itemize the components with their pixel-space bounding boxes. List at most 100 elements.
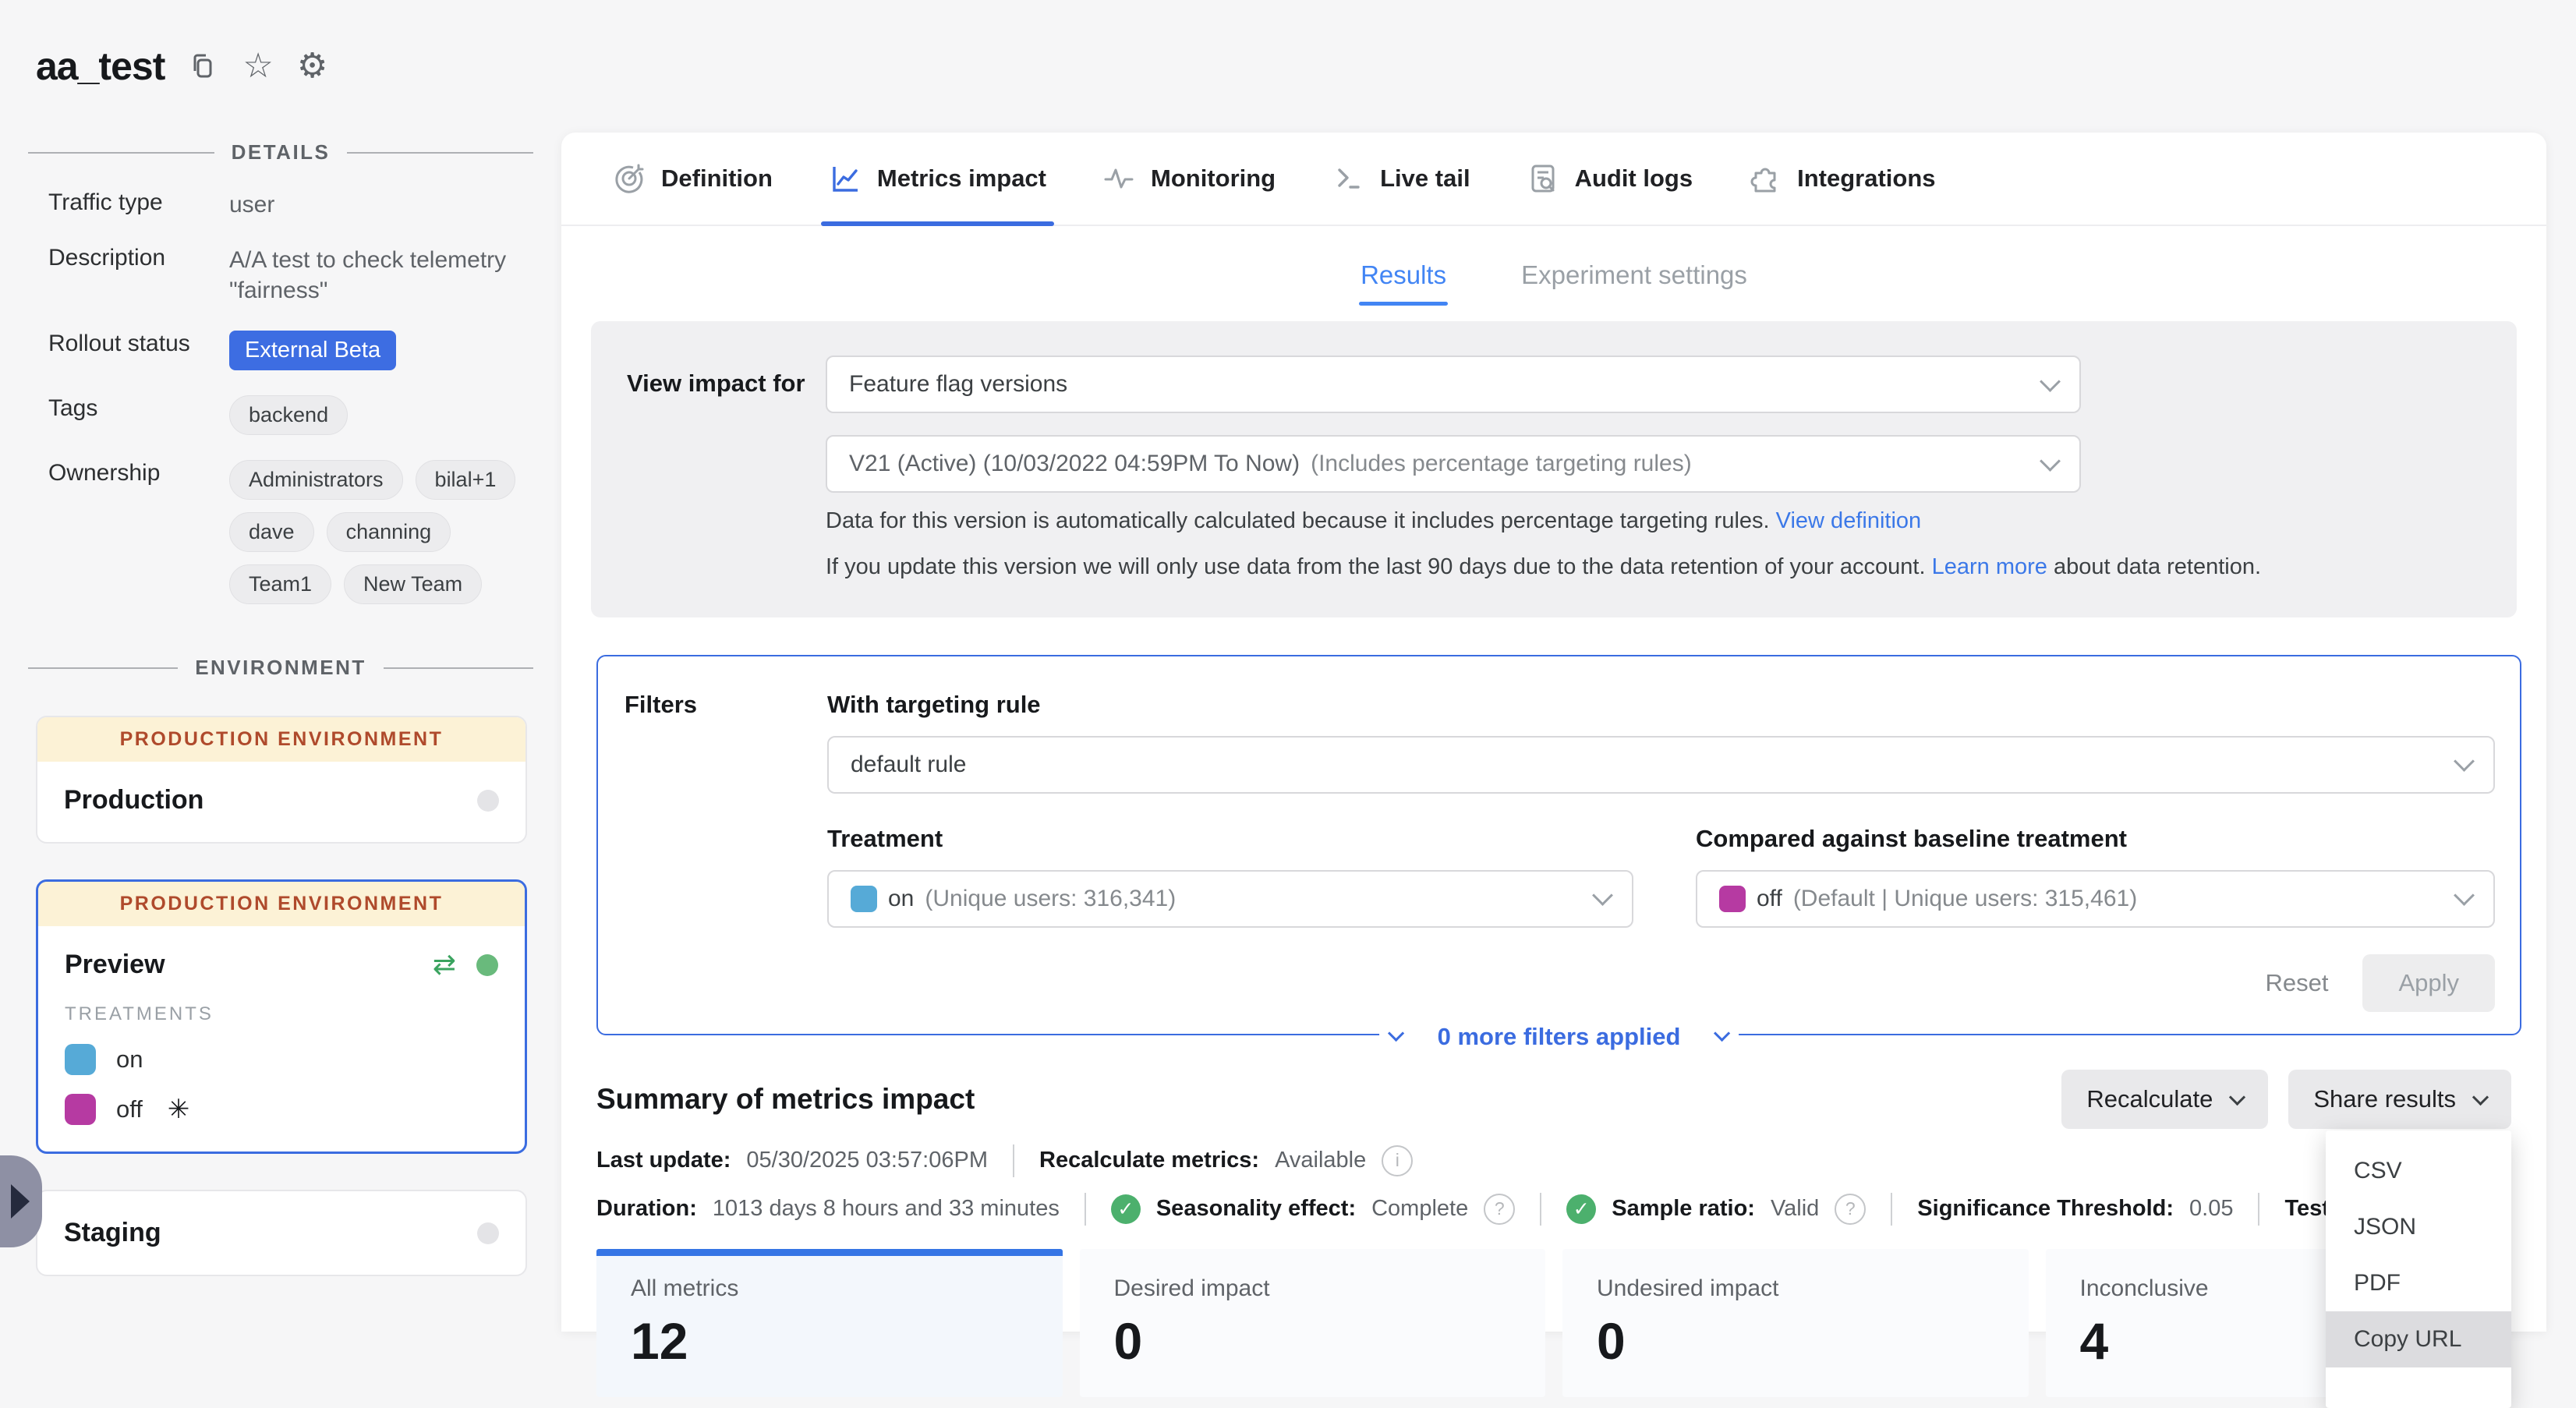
star-icon[interactable]: ☆ <box>242 49 273 83</box>
tab-live-tail[interactable]: Live tail <box>1332 133 1470 225</box>
metric-summary-cards: All metrics 12 Desired impact 0 Undesire… <box>596 1249 2511 1397</box>
environment-name: Staging <box>64 1218 161 1248</box>
swap-arrows-icon: ⇄ <box>433 951 456 979</box>
treatment-dropdown[interactable]: on (Unique users: 316,341) <box>827 870 1633 928</box>
gear-icon[interactable]: ⚙ <box>297 49 327 83</box>
share-results-menu: CSV JSON PDF Copy URL <box>2326 1130 2511 1408</box>
ownership-row: Ownership Administrators bilal+1 dave ch… <box>48 460 561 604</box>
tags-row: Tags backend <box>48 395 561 435</box>
check-icon: ✓ <box>1111 1194 1141 1224</box>
rollout-status-row: Rollout status External Beta <box>48 331 561 370</box>
treatment-off-swatch <box>65 1094 96 1125</box>
owner-chip: New Team <box>344 564 482 604</box>
summary-title: Summary of metrics impact <box>596 1083 975 1116</box>
results-subtab-bar: Results Experiment settings <box>561 260 2546 290</box>
divider <box>1085 1193 1086 1226</box>
divider <box>1540 1193 1541 1226</box>
view-definition-link[interactable]: View definition <box>1776 508 1921 533</box>
tab-metrics-impact[interactable]: Metrics impact <box>829 133 1046 225</box>
tab-definition[interactable]: Definition <box>613 133 773 225</box>
main-panel: Definition Metrics impact Monitoring Liv… <box>561 133 2546 1332</box>
description-row: Description A/A test to check telemetry … <box>48 245 561 306</box>
version-dropdown[interactable]: V21 (Active) (10/03/2022 04:59PM To Now)… <box>826 435 2081 493</box>
share-results-button[interactable]: Share results CSV JSON PDF Copy URL <box>2288 1070 2511 1129</box>
impact-type-dropdown[interactable]: Feature flag versions <box>826 356 2081 413</box>
tag-chip: backend <box>229 395 348 435</box>
chevron-down-icon <box>2229 1089 2245 1106</box>
view-impact-label: View impact for <box>627 356 826 493</box>
chevron-down-icon <box>2454 751 2475 772</box>
environment-name: Preview <box>65 950 165 980</box>
tab-audit-logs[interactable]: Audit logs <box>1527 133 1693 225</box>
menu-item-copy-url[interactable]: Copy URL <box>2326 1311 2511 1367</box>
details-section-divider: DETAILS <box>28 140 533 165</box>
learn-more-link[interactable]: Learn more <box>1932 554 2047 579</box>
tags-label: Tags <box>48 395 229 435</box>
menu-item-pdf[interactable]: PDF <box>2326 1255 2511 1311</box>
environment-status-dot <box>477 790 499 812</box>
environment-status-dot-active <box>476 954 498 976</box>
card-undesired-impact[interactable]: Undesired impact 0 <box>1562 1249 2029 1397</box>
chevron-down-icon <box>1714 1025 1730 1042</box>
sidebar-expand-handle[interactable] <box>0 1155 42 1247</box>
terminal-icon <box>1332 162 1364 195</box>
flag-header: aa_test ☆ ⚙ <box>36 44 561 89</box>
view-impact-panel: View impact for Feature flag versions V2… <box>591 321 2517 617</box>
environment-section-label: ENVIRONMENT <box>195 656 366 680</box>
treatment-row-off: off ✳ <box>65 1094 498 1125</box>
card-all-metrics[interactable]: All metrics 12 <box>596 1249 1063 1397</box>
apply-button[interactable]: Apply <box>2362 954 2495 1012</box>
puzzle-icon <box>1749 162 1782 195</box>
baseline-dropdown[interactable]: off (Default | Unique users: 315,461) <box>1696 870 2495 928</box>
subtab-experiment-settings[interactable]: Experiment settings <box>1521 260 1747 290</box>
tab-monitoring[interactable]: Monitoring <box>1102 133 1276 225</box>
check-icon: ✓ <box>1566 1194 1596 1224</box>
info-icon[interactable]: i <box>1382 1145 1413 1176</box>
environment-card-production[interactable]: PRODUCTION ENVIRONMENT Production <box>36 716 527 844</box>
details-section-label: DETAILS <box>232 140 331 165</box>
tab-integrations[interactable]: Integrations <box>1749 133 1935 225</box>
environment-name: Production <box>64 785 203 815</box>
chevron-down-icon <box>2040 371 2061 392</box>
question-icon[interactable]: ? <box>1484 1194 1515 1225</box>
sidebar: aa_test ☆ ⚙ DETAILS Traffic type user De… <box>0 0 561 1332</box>
environment-card-preview[interactable]: PRODUCTION ENVIRONMENT Preview ⇄ TREATME… <box>36 879 527 1154</box>
audit-log-icon <box>1527 162 1559 195</box>
version-note-line1: Data for this version is automatically c… <box>826 504 2517 539</box>
chevron-down-icon <box>2040 451 2061 472</box>
treatment-on-swatch <box>851 886 877 912</box>
environment-section-divider: ENVIRONMENT <box>28 656 533 680</box>
default-treatment-asterisk-icon: ✳ <box>168 1094 190 1125</box>
traffic-type-value: user <box>229 189 274 220</box>
rollout-status-label: Rollout status <box>48 331 229 370</box>
description-value: A/A test to check telemetry "fairness" <box>229 245 525 306</box>
summary-meta-line1: Last update: 05/30/2025 03:57:06PM Recal… <box>596 1144 2511 1177</box>
baseline-label: Compared against baseline treatment <box>1696 825 2495 853</box>
divider <box>1891 1193 1892 1226</box>
rollout-status-badge: External Beta <box>229 331 396 370</box>
recalculate-button[interactable]: Recalculate <box>2061 1070 2268 1129</box>
traffic-type-label: Traffic type <box>48 189 229 220</box>
environment-card-staging[interactable]: Staging <box>36 1190 527 1276</box>
treatments-label: TREATMENTS <box>65 1003 498 1025</box>
owner-chip: Administrators <box>229 460 403 500</box>
subtab-results[interactable]: Results <box>1361 260 1446 290</box>
menu-item-csv[interactable]: CSV <box>2326 1143 2511 1199</box>
target-icon <box>613 162 646 195</box>
owner-chip: dave <box>229 512 314 552</box>
traffic-type-row: Traffic type user <box>48 189 561 220</box>
menu-item-json[interactable]: JSON <box>2326 1199 2511 1255</box>
production-environment-banner: PRODUCTION ENVIRONMENT <box>38 882 525 926</box>
more-filters-toggle[interactable]: 0 more filters applied <box>1379 1020 1739 1054</box>
card-desired-impact[interactable]: Desired impact 0 <box>1080 1249 1546 1397</box>
page-title: aa_test <box>36 44 165 89</box>
copy-icon[interactable] <box>188 51 219 82</box>
reset-button[interactable]: Reset <box>2265 969 2328 997</box>
treatment-on-swatch <box>65 1044 96 1075</box>
chevron-down-icon <box>2472 1089 2489 1106</box>
question-icon[interactable]: ? <box>1835 1194 1866 1225</box>
divider <box>1013 1144 1014 1177</box>
chevron-down-icon <box>1592 885 1613 906</box>
treatment-off-swatch <box>1719 886 1746 912</box>
targeting-rule-dropdown[interactable]: default rule <box>827 736 2495 794</box>
